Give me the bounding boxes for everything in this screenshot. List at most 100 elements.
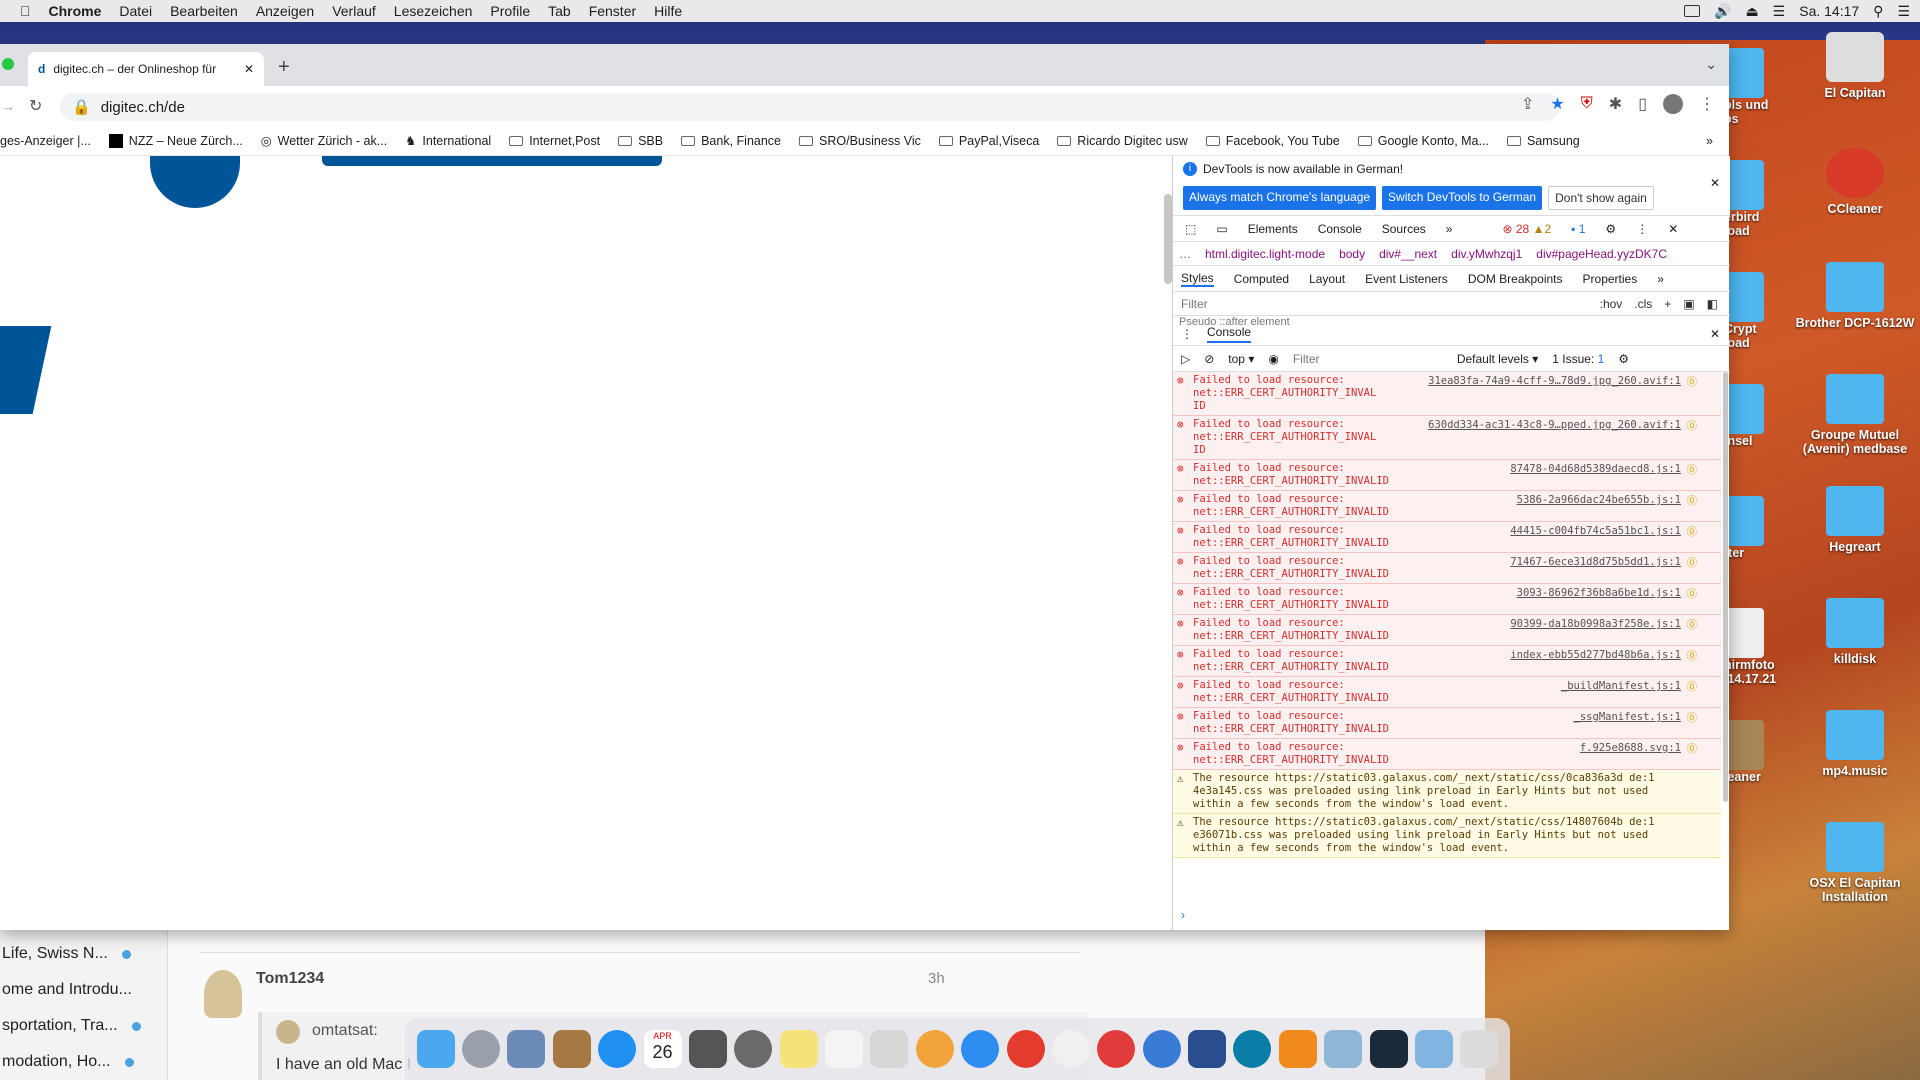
- issue-marker-icon[interactable]: ⓪: [1687, 617, 1698, 632]
- mail-app-icon[interactable]: [1097, 1030, 1136, 1068]
- issue-marker-icon[interactable]: ⓪: [1687, 679, 1698, 694]
- bookmark-folder[interactable]: SBB: [618, 134, 663, 148]
- trash-icon[interactable]: [1460, 1030, 1499, 1068]
- console-error-row[interactable]: ⊗ Failed to load resource: net::ERR_CERT_…: [1173, 584, 1721, 615]
- downloads-folder-icon[interactable]: [1414, 1030, 1453, 1068]
- more-subtabs-icon[interactable]: »: [1657, 272, 1664, 286]
- breadcrumb-ellipsis[interactable]: …: [1179, 247, 1191, 261]
- desktop-icon-mp4-music[interactable]: mp4.music: [1795, 710, 1915, 778]
- sidebar-toggle-icon[interactable]: ◧: [1707, 297, 1718, 311]
- menu-tab[interactable]: Tab: [539, 3, 580, 19]
- console-source-link[interactable]: index-ebb55d277bd48b6a.js:1: [1510, 649, 1681, 661]
- display-icon[interactable]: [1684, 5, 1700, 17]
- console-error-row[interactable]: ⊗ Failed to load resource: net::ERR_CERT_…: [1173, 416, 1721, 460]
- error-count-badge[interactable]: ⊗ 28 ▲2: [1502, 222, 1551, 236]
- tab-console[interactable]: Console: [1318, 222, 1362, 236]
- sidebar-item[interactable]: Life, Swiss N...: [0, 936, 167, 972]
- desktop-partial-7[interactable]: leaner: [1724, 720, 1788, 784]
- breadcrumb-item[interactable]: body: [1339, 247, 1365, 261]
- hov-toggle[interactable]: :hov: [1600, 297, 1623, 311]
- bookmark-folder[interactable]: Facebook, You Tube: [1205, 134, 1340, 148]
- reminders-icon[interactable]: [825, 1030, 864, 1068]
- menu-profile[interactable]: Profile: [481, 3, 539, 19]
- calendar-icon[interactable]: APR 26: [643, 1030, 682, 1068]
- device-toggle-icon[interactable]: ▭: [1216, 222, 1227, 236]
- subtab-dom-breakpoints[interactable]: DOM Breakpoints: [1468, 272, 1563, 286]
- cls-toggle[interactable]: .cls: [1634, 297, 1652, 311]
- bookmark-item[interactable]: ◎ Wetter Zürich - ak...: [261, 133, 387, 149]
- console-error-row[interactable]: ⊗ Failed to load resource: net::ERR_CERT_…: [1173, 522, 1721, 553]
- forward-icon[interactable]: →: [2, 99, 15, 114]
- bookmark-folder[interactable]: Internet,Post: [509, 134, 600, 148]
- sidebar-item[interactable]: modation, Ho...: [0, 1044, 167, 1080]
- bookmark-folder[interactable]: PayPal,Viseca: [938, 134, 1039, 148]
- devtools-menu-icon[interactable]: ⋮: [1636, 222, 1648, 236]
- styles-filter-input[interactable]: Filter: [1181, 297, 1600, 311]
- reload-icon[interactable]: ↻: [29, 96, 42, 116]
- url-text[interactable]: digitec.ch/de: [101, 99, 185, 116]
- log-levels-select[interactable]: Default levels ▾: [1457, 352, 1538, 366]
- bookmark-folder[interactable]: Bank, Finance: [681, 134, 781, 148]
- console-error-row[interactable]: ⊗ Failed to load resource: net::ERR_CERT_…: [1173, 739, 1721, 770]
- preview-icon[interactable]: [507, 1030, 546, 1068]
- console-error-row[interactable]: ⊗ Failed to load resource: net::ERR_CERT_…: [1173, 677, 1721, 708]
- console-error-row[interactable]: ⊗ Failed to load resource: net::ERR_CERT_…: [1173, 708, 1721, 739]
- desktop-partial-5[interactable]: tter: [1724, 496, 1788, 560]
- volume-icon[interactable]: 🔊: [1714, 3, 1731, 20]
- menu-fenster[interactable]: Fenster: [580, 3, 645, 19]
- console-settings-icon[interactable]: ⚙: [1618, 352, 1629, 366]
- switch-german-button[interactable]: Switch DevTools to German: [1382, 186, 1543, 210]
- bookmark-item[interactable]: ♞ International: [405, 133, 491, 149]
- subtab-styles[interactable]: Styles: [1181, 271, 1214, 287]
- thunderbird-icon[interactable]: [1142, 1030, 1181, 1068]
- menu-kebab-icon[interactable]: ⋮: [1699, 94, 1715, 114]
- close-devtools-icon[interactable]: ✕: [1668, 222, 1678, 236]
- console-source-link[interactable]: 87478-04d68d5389daecd8.js:1: [1510, 463, 1681, 475]
- console-warning-row[interactable]: ⚠ The resource https://static03.galaxus.c…: [1173, 814, 1721, 858]
- finder-icon[interactable]: [416, 1030, 455, 1068]
- tab-search-icon[interactable]: ⌄: [1705, 56, 1717, 73]
- menu-anzeigen[interactable]: Anzeigen: [247, 3, 323, 19]
- breadcrumb-item[interactable]: div.yMwhzqj1: [1451, 247, 1522, 261]
- wifi-icon[interactable]: ☰: [1773, 3, 1786, 20]
- context-select[interactable]: top ▾: [1228, 352, 1254, 366]
- issue-marker-icon[interactable]: ⓪: [1687, 462, 1698, 477]
- inspect-icon[interactable]: ⬚: [1185, 222, 1196, 236]
- desktop-icon-killdisk[interactable]: killdisk: [1795, 598, 1915, 666]
- extensions-puzzle-icon[interactable]: ✱: [1609, 94, 1622, 114]
- issues-button[interactable]: 1 Issue: 1: [1552, 352, 1604, 366]
- settings-gear-icon[interactable]: ⚙: [1605, 222, 1616, 236]
- tab-elements[interactable]: Elements: [1248, 222, 1298, 236]
- console-prompt[interactable]: ›: [1181, 908, 1185, 922]
- notes-icon[interactable]: [779, 1030, 818, 1068]
- spotlight-icon[interactable]: ⚲: [1873, 3, 1883, 20]
- post-author[interactable]: Tom1234: [256, 970, 324, 988]
- subtab-event-listeners[interactable]: Event Listeners: [1365, 272, 1448, 286]
- dont-show-again-button[interactable]: Don't show again: [1548, 186, 1654, 210]
- tab-digitec[interactable]: d digitec.ch – der Onlineshop für ✕: [28, 52, 264, 86]
- zoom-window-button[interactable]: [2, 58, 14, 70]
- desktop-partial-1[interactable]: ols und ps: [1724, 48, 1788, 126]
- sidebar-item[interactable]: sportation, Tra...: [0, 1008, 167, 1044]
- veracrypt-icon[interactable]: [1188, 1030, 1227, 1068]
- menu-hilfe[interactable]: Hilfe: [645, 3, 691, 19]
- paint-icon[interactable]: ▣: [1683, 297, 1694, 311]
- system-preferences-icon[interactable]: [734, 1030, 773, 1068]
- breadcrumb-item[interactable]: html.digitec.light-mode: [1205, 247, 1325, 261]
- menu-verlauf[interactable]: Verlauf: [323, 3, 385, 19]
- extension-shield-icon[interactable]: ⛨: [1581, 95, 1593, 113]
- console-error-row[interactable]: ⊗ Failed to load resource: net::ERR_CERT_…: [1173, 460, 1721, 491]
- disk-utility-icon[interactable]: [1233, 1030, 1272, 1068]
- bookmark-folder[interactable]: Samsung: [1506, 134, 1580, 148]
- desktop-icon-ccleaner[interactable]: CCleaner: [1795, 148, 1915, 216]
- close-tab-icon[interactable]: ✕: [244, 62, 254, 76]
- console-source-link[interactable]: 5386-2a966dac24be655b.js:1: [1517, 494, 1681, 506]
- tab-sources[interactable]: Sources: [1382, 222, 1426, 236]
- issue-marker-icon[interactable]: ⓪: [1687, 710, 1698, 725]
- bookmark-folder[interactable]: Google Konto, Ma...: [1357, 134, 1489, 148]
- console-source-link[interactable]: _ssgManifest.js:1: [1574, 711, 1681, 723]
- chrome-icon[interactable]: [1006, 1030, 1045, 1068]
- migration-icon[interactable]: [1324, 1030, 1363, 1068]
- console-sidebar-icon[interactable]: ▷: [1181, 352, 1190, 366]
- address-bar[interactable]: 🔒 digitec.ch/de: [60, 93, 1560, 121]
